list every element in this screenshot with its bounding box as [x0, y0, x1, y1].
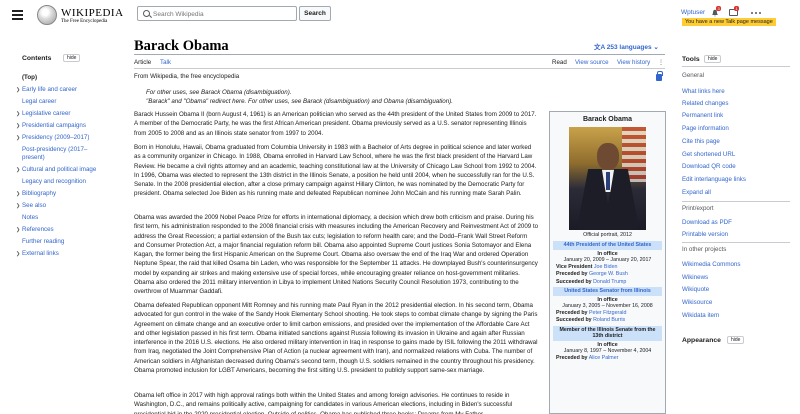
tools-hide-button[interactable]: hide [704, 55, 722, 63]
site-header: WIKIPEDIA The Free Encyclopedia Search W… [0, 0, 800, 32]
toc-item[interactable]: Post-presidency (2017–present) [22, 146, 102, 162]
toc-item[interactable]: (Top) [22, 74, 37, 81]
tool-link[interactable]: Edit interlanguage links [682, 176, 746, 183]
search-icon [143, 10, 150, 17]
article-paragraph: Obama was awarded the 2009 Nobel Peace P… [134, 214, 539, 296]
tool-link[interactable]: Related changes [682, 100, 728, 107]
notice-count-badge: 1 [734, 6, 740, 11]
toc-item[interactable]: Legacy and recognition [22, 178, 86, 185]
article-paragraph: Obama defeated Republican opponent Mitt … [134, 302, 538, 375]
tabs-divider [134, 68, 665, 69]
office-heading[interactable]: 44th President of the United States [553, 241, 662, 250]
tool-link[interactable]: Expand all [682, 189, 711, 196]
toc-item[interactable]: ❯ Presidency (2009–2017) [16, 134, 89, 141]
tool-link[interactable]: What links here [682, 88, 725, 95]
appearance-hide-button[interactable]: hide [727, 336, 745, 344]
site-subtitle: From Wikipedia, the free encyclopedia [134, 73, 240, 80]
tab-talk[interactable]: Talk [160, 59, 171, 66]
lock-icon[interactable] [656, 71, 663, 81]
tool-link[interactable]: Permanent link [682, 112, 723, 119]
table-of-contents: Contents hide (Top) ❯ Early life and care… [16, 54, 122, 257]
talk-message-notice[interactable]: You have a new Talk page message [682, 18, 776, 26]
preceded-link[interactable]: Alice Palmer [589, 355, 619, 361]
toc-item[interactable]: ❯ Early life and career [16, 86, 77, 93]
wikipedia-globe-logo[interactable] [37, 5, 57, 25]
toc-item[interactable]: ❯ See also [16, 202, 46, 209]
tools-section-print: Print/export [682, 205, 714, 212]
tab-more-menu[interactable]: ⋮ [658, 59, 664, 66]
tool-link[interactable]: Wikimedia Commons [682, 261, 740, 268]
infobox: Barack Obama Official portrait, 2012 44t… [549, 111, 666, 414]
tool-link[interactable]: Get shortened URL [682, 151, 735, 158]
succeeded-link[interactable]: Roland Burris [593, 317, 625, 323]
infobox-row: Preceded by Alice Palmer [556, 354, 619, 361]
page-title: Barack Obama [134, 38, 229, 54]
logo-tagline: The Free Encyclopedia [61, 19, 108, 24]
preceded-link[interactable]: Peter Fitzgerald [589, 310, 626, 316]
infobox-title: Barack Obama [582, 116, 633, 123]
translate-icon: 文A [594, 44, 607, 51]
toc-hide-button[interactable]: hide [63, 54, 81, 62]
tab-view-source[interactable]: View source [575, 59, 609, 66]
tools-heading: Tools [682, 56, 700, 63]
tool-link[interactable]: Wikisource [682, 299, 712, 306]
toc-item[interactable]: ❯ External links [16, 250, 59, 257]
tools-section-general: General [682, 72, 705, 79]
user-page-link[interactable]: Wptuser [681, 9, 705, 16]
tools-section-projects: In other projects [682, 246, 727, 253]
tool-link[interactable]: Download as PDF [682, 219, 732, 226]
article-paragraph: Born in Honolulu, Hawaii, Obama graduate… [134, 144, 537, 198]
article-paragraph: Obama left office in 2017 with high appr… [134, 392, 513, 414]
toc-item[interactable]: ❯ References [16, 226, 54, 233]
search-button[interactable]: Search [299, 6, 331, 21]
tool-link[interactable]: Page information [682, 125, 729, 132]
language-button[interactable]: 文A 253 languages ⌄ [594, 41, 659, 51]
main-menu-icon[interactable] [12, 10, 23, 20]
search-box[interactable] [137, 6, 297, 21]
infobox-row: Preceded by George W. Bush [556, 271, 628, 277]
toc-item[interactable]: ❯ Bibliography [16, 190, 56, 197]
toc-item[interactable]: Notes [22, 214, 38, 221]
tool-link[interactable]: Wikiquote [682, 286, 709, 293]
succeeded-link[interactable]: Donald Trump [593, 279, 626, 285]
toc-item[interactable]: Further reading [22, 238, 64, 245]
more-options-icon[interactable] [750, 8, 762, 17]
logo-wordmark[interactable]: WIKIPEDIA [61, 7, 124, 19]
tool-link[interactable]: Wikidata item [682, 312, 719, 319]
tool-link[interactable]: Cite this page [682, 138, 720, 145]
official-portrait-image[interactable] [569, 127, 646, 230]
office-heading[interactable]: Member of the Illinois Senate from the 1… [553, 325, 662, 341]
tool-link[interactable]: Download QR code [682, 163, 736, 170]
tab-view-history[interactable]: View history [617, 59, 650, 66]
hatnote: "Barack" and "Obama" redirect here. For … [146, 98, 453, 105]
toc-item[interactable]: ❯ Legislative career [16, 110, 71, 117]
hatnote: For other uses, see Barack Obama (disamb… [146, 89, 292, 96]
article-paragraph: Barack Hussein Obama II (born August 4, … [134, 111, 537, 137]
image-caption: Official portrait, 2012 [583, 232, 632, 238]
tool-link[interactable]: Printable version [682, 231, 728, 238]
term-dates: January 3, 2005 – November 16, 2008 [562, 302, 653, 309]
title-divider [134, 54, 665, 55]
toc-item[interactable]: ❯ Cultural and political image [16, 166, 96, 173]
term-dates: January 20, 2009 – January 20, 2017 [563, 256, 652, 263]
infobox-row: Succeeded by Roland Burris [556, 317, 626, 323]
toc-item[interactable]: ❯ Presidential campaigns [16, 122, 86, 129]
vp-link[interactable]: Joe Biden [594, 264, 618, 270]
tools-panel: Tools hide General What links here Relat… [682, 55, 792, 319]
preceded-link[interactable]: George W. Bush [589, 271, 628, 277]
alert-count-badge: 3 [716, 6, 722, 11]
infobox-row: Succeeded by Donald Trump [556, 278, 627, 285]
search-input[interactable] [153, 9, 293, 19]
infobox-row: Preceded by Peter Fitzgerald [556, 309, 627, 316]
appearance-heading: Appearance [682, 337, 721, 344]
tool-link[interactable]: Wikinews [682, 274, 708, 281]
office-heading[interactable]: United States Senator from Illinois [553, 287, 662, 296]
infobox-row: Vice President Joe Biden [556, 263, 618, 270]
term-dates: January 8, 1997 – November 4, 2004 [563, 347, 652, 354]
toc-item[interactable]: Legal career [22, 98, 56, 105]
